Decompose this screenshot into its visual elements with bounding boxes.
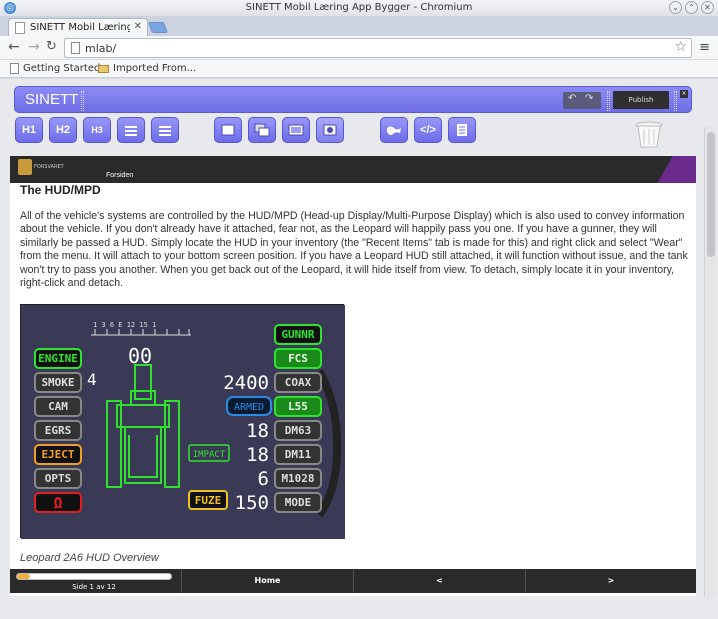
h3-button[interactable]: H3 — [83, 117, 111, 143]
audio-icon[interactable] — [316, 117, 344, 143]
tab-label: SINETT Mobil Læring App — [30, 22, 130, 33]
window-titlebar: ◎ SINETT Mobil Læring App Bygger - Chrom… — [0, 0, 718, 16]
home-link[interactable]: Forsiden — [106, 172, 133, 179]
image-caption[interactable]: Leopard 2A6 HUD Overview — [20, 552, 159, 564]
hud-readout: 2400 — [223, 372, 269, 394]
bookmark-imported-from[interactable]: Imported From... — [98, 63, 196, 74]
page-icon — [15, 22, 25, 34]
omega-icon[interactable]: Ω — [53, 494, 62, 512]
page-viewport: SINETT ↶ ↷ Publish × H1 H2 H3 </> FORSVA… — [0, 79, 718, 619]
hud-readout: 18 — [246, 420, 269, 442]
hud-cam-button[interactable]: CAM — [48, 400, 68, 413]
menu-icon[interactable]: ≡ — [699, 40, 710, 55]
hud-engine-button[interactable]: ENGINE — [38, 352, 78, 365]
hud-armed-indicator: ARMED — [234, 402, 264, 413]
org-name: FORSVARET — [34, 164, 64, 170]
code-icon[interactable]: </> — [414, 117, 442, 143]
tab-strip: SINETT Mobil Læring App ✕ — [0, 16, 718, 36]
undo-icon[interactable]: ↶ — [568, 93, 576, 104]
close-window-button[interactable]: ✕ — [701, 1, 714, 14]
footer-nav: Side 1 av 12 Home < > — [10, 569, 696, 593]
bookmark-label: Getting Started — [23, 63, 101, 74]
hud-impact-indicator: IMPACT — [193, 450, 226, 460]
page-title[interactable]: The HUD/MPD — [20, 183, 101, 197]
drag-handle[interactable] — [607, 91, 610, 111]
close-tab-icon[interactable]: ✕ — [134, 21, 142, 32]
gallery-icon[interactable] — [248, 117, 276, 143]
page-icon — [71, 42, 80, 54]
app-page: FORSVARET Forsiden The HUD/MPD All of th… — [10, 156, 696, 596]
bookmark-getting-started[interactable]: Getting Started — [10, 63, 100, 74]
hud-image[interactable]: 1 3 6 E 12 15 1 00 4 ENGINE SMOKE CAM EG… — [20, 304, 345, 539]
url-text: mlab/ — [85, 42, 117, 55]
maximize-button[interactable]: ⌃ — [685, 1, 698, 14]
compass-labels: 1 3 6 E 12 15 1 — [93, 321, 156, 329]
hud-opts-button[interactable]: OPTS — [45, 472, 72, 485]
list-icon[interactable] — [151, 117, 179, 143]
hud-dm11-button[interactable]: DM11 — [285, 448, 312, 461]
hud-readout: 150 — [235, 492, 269, 514]
hud-coax-button[interactable]: COAX — [285, 376, 312, 389]
address-bar[interactable]: mlab/ ☆ — [64, 38, 692, 58]
redo-icon[interactable]: ↷ — [585, 93, 593, 104]
minimize-button[interactable]: ⌄ — [669, 1, 682, 14]
image-icon[interactable] — [214, 117, 242, 143]
reload-icon[interactable]: ↻ — [46, 39, 57, 54]
body-paragraph[interactable]: All of the vehicle's systems are control… — [20, 210, 690, 290]
bookmark-label: Imported From... — [113, 63, 197, 74]
hud-dm63-button[interactable]: DM63 — [285, 424, 312, 437]
forward-arrow-icon[interactable]: → — [28, 39, 40, 55]
brand-logo: SINETT — [25, 91, 79, 108]
paragraph-icon[interactable] — [117, 117, 145, 143]
map-icon[interactable] — [380, 117, 408, 143]
folder-icon — [98, 64, 109, 73]
hud-smoke-button[interactable]: SMOKE — [41, 376, 74, 389]
h2-button[interactable]: H2 — [49, 117, 77, 143]
progress-bar — [16, 573, 172, 580]
hud-readout: 6 — [258, 468, 269, 490]
hud-fcs-button[interactable]: FCS — [288, 352, 308, 365]
progress-fill — [17, 574, 30, 579]
hud-m1028-button[interactable]: M1028 — [281, 472, 314, 485]
bookmark-star-icon[interactable]: ☆ — [674, 39, 687, 55]
scrollbar-thumb[interactable] — [707, 132, 715, 257]
home-button[interactable]: Home — [181, 569, 353, 593]
hud-l55-button[interactable]: L55 — [288, 400, 308, 413]
bookmarks-bar: Getting Started Imported From... — [0, 60, 718, 78]
page-icon — [10, 63, 19, 74]
browser-toolbar: ← → ↻ mlab/ ☆ ≡ — [0, 36, 718, 60]
page-counter: Side 1 av 12 — [72, 583, 116, 591]
next-button[interactable]: > — [525, 569, 696, 593]
hud-eject-button[interactable]: EJECT — [41, 448, 74, 461]
vertical-scrollbar[interactable] — [704, 127, 716, 597]
header-accent-stripe — [655, 156, 696, 183]
hud-readout: 18 — [246, 444, 269, 466]
h1-button[interactable]: H1 — [15, 117, 43, 143]
new-tab-button[interactable] — [147, 22, 169, 33]
editor-header: SINETT ↶ ↷ Publish × — [14, 86, 692, 113]
hud-mode-button[interactable]: MODE — [285, 496, 312, 509]
document-icon[interactable] — [448, 117, 476, 143]
hud-gunnr-button[interactable]: GUNNR — [281, 328, 314, 341]
window-title: SINETT Mobil Læring App Bygger - Chromiu… — [245, 2, 473, 13]
trash-icon[interactable] — [632, 119, 666, 149]
publish-button[interactable]: Publish — [613, 91, 669, 109]
previous-button[interactable]: < — [353, 569, 525, 593]
hud-fuze-button[interactable]: FUZE — [195, 494, 222, 507]
forsvaret-emblem-icon — [18, 159, 32, 175]
page-header: FORSVARET Forsiden — [10, 156, 696, 183]
window-controls: ⌄ ⌃ ✕ — [669, 1, 714, 14]
hud-side-value: 4 — [87, 370, 97, 389]
video-icon[interactable] — [282, 117, 310, 143]
hud-egrs-button[interactable]: EGRS — [45, 424, 72, 437]
drag-handle[interactable] — [81, 91, 84, 111]
collapse-icon[interactable]: × — [680, 90, 688, 98]
back-arrow-icon[interactable]: ← — [8, 39, 20, 55]
undo-redo-group: ↶ ↷ — [563, 92, 601, 109]
browser-tab[interactable]: SINETT Mobil Læring App ✕ — [8, 18, 148, 36]
drag-handle[interactable] — [674, 91, 677, 111]
